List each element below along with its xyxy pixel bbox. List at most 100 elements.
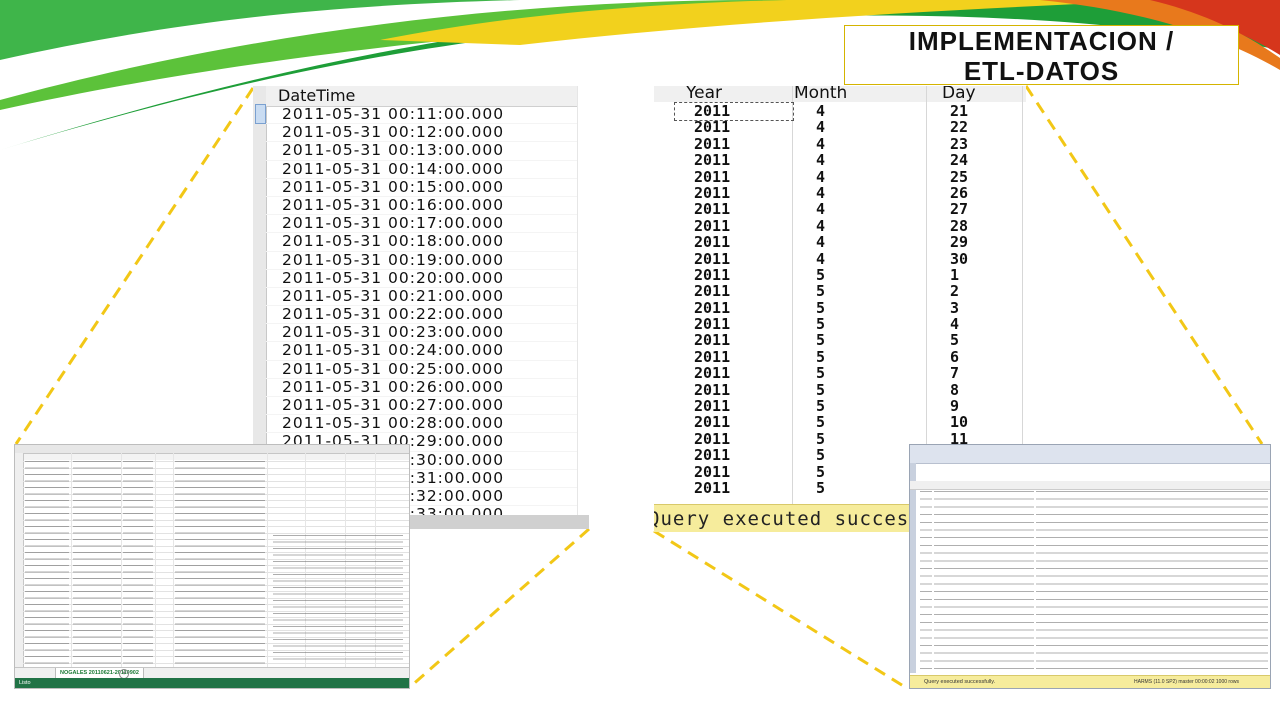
month-cell[interactable]: 5 [816,348,825,365]
datetime-row[interactable]: 2011-05-31 00:22:00.000 [266,305,584,325]
datetime-row[interactable]: 2011-05-31 00:21:00.000 [266,287,584,307]
datetime-row[interactable]: 2011-05-31 00:26:00.000 [266,378,584,397]
datetime-row[interactable]: 2011-05-31 00:23:00.000 [266,324,584,343]
datetime-row[interactable]: 2011-05-31 00:20:00.000 [266,269,584,288]
ymd-row[interactable]: 2011 5 3 [654,299,1026,316]
year-cell[interactable]: 2011 [694,185,730,202]
year-cell[interactable]: 2011 [694,316,730,333]
year-cell[interactable]: 2011 [694,266,730,283]
year-cell[interactable]: 2011 [694,365,730,382]
ymd-row[interactable]: 2011 4 25 [654,168,1026,185]
month-cell[interactable]: 4 [816,234,825,251]
year-cell[interactable]: 2011 [694,299,730,316]
year-cell[interactable]: 2011 [694,168,730,185]
month-cell[interactable]: 4 [816,119,825,136]
day-cell[interactable]: 29 [950,234,968,251]
datetime-row[interactable]: 2011-05-31 00:19:00.000 [266,251,584,270]
year-cell[interactable]: 2011 [694,217,730,234]
month-cell[interactable]: 4 [816,152,825,169]
datetime-row[interactable]: 2011-05-31 00:18:00.000 [266,233,584,252]
month-cell[interactable]: 5 [816,283,825,300]
day-cell[interactable]: 24 [950,152,968,169]
day-cell[interactable]: 2 [950,283,959,300]
month-cell[interactable]: 5 [816,463,825,480]
month-cell[interactable]: 4 [816,201,825,218]
ymd-row[interactable]: 2011 4 30 [654,250,1026,267]
month-column-header[interactable]: Month [794,86,847,103]
month-cell[interactable]: 4 [816,217,825,234]
day-cell[interactable]: 23 [950,135,968,152]
datetime-row[interactable]: 2011-05-31 00:12:00.000 [266,123,584,143]
month-cell[interactable]: 5 [816,332,825,349]
month-cell[interactable]: 5 [816,414,825,431]
day-cell[interactable]: 6 [950,348,959,365]
ymd-row[interactable]: 2011 4 26 [654,185,1026,202]
year-cell[interactable]: 2011 [694,283,730,300]
datetime-row[interactable]: 2011-05-31 00:11:00.000 [266,105,584,125]
datetime-row[interactable]: 2011-05-31 00:17:00.000 [266,214,584,234]
datetime-row[interactable]: 2011-05-31 00:13:00.000 [266,142,584,161]
day-cell[interactable]: 9 [950,398,959,415]
month-cell[interactable]: 4 [816,185,825,202]
year-cell[interactable]: 2011 [694,152,730,169]
ymd-row[interactable]: 2011 5 6 [654,348,1026,365]
year-cell[interactable]: 2011 [694,348,730,365]
day-cell[interactable]: 7 [950,365,959,382]
day-cell[interactable]: 8 [950,381,959,398]
ymd-row[interactable]: 2011 5 1 [654,266,1026,283]
day-cell[interactable]: 26 [950,185,968,202]
ymd-row[interactable]: 2011 4 22 [654,119,1026,136]
ymd-row[interactable]: 2011 5 9 [654,398,1026,415]
datetime-row[interactable]: 2011-05-31 00:28:00.000 [266,414,584,434]
datetime-row[interactable]: 2011-05-31 00:15:00.000 [266,178,584,197]
day-cell[interactable]: 30 [950,250,968,267]
month-cell[interactable]: 5 [816,381,825,398]
datetime-row[interactable]: 2011-05-31 00:14:00.000 [266,160,584,179]
month-cell[interactable]: 5 [816,430,825,447]
day-cell[interactable]: 3 [950,299,959,316]
ymd-row[interactable]: 2011 5 2 [654,283,1026,300]
year-cell[interactable]: 2011 [694,135,730,152]
ymd-row[interactable]: 2011 5 4 [654,316,1026,333]
day-cell[interactable]: 10 [950,414,968,431]
datetime-column-header[interactable]: DateTime C [266,86,589,107]
year-cell[interactable]: 2011 [694,332,730,349]
month-cell[interactable]: 5 [816,480,825,497]
datetime-row[interactable]: 2011-05-31 00:27:00.000 [266,396,584,416]
datetime-row[interactable]: 2011-05-31 00:25:00.000 [266,360,584,379]
month-cell[interactable]: 5 [816,316,825,333]
excel-sheet-tab[interactable]: NOGALES 20110621-20110902 [55,668,144,678]
ymd-row[interactable]: 2011 4 24 [654,152,1026,169]
ymd-row[interactable]: 2011 4 29 [654,234,1026,251]
day-cell[interactable]: 1 [950,266,959,283]
year-cell[interactable]: 2011 [694,430,730,447]
year-cell[interactable]: 2011 [694,381,730,398]
day-column-header[interactable]: Day [942,86,976,103]
day-cell[interactable]: 28 [950,217,968,234]
day-cell[interactable]: 5 [950,332,959,349]
year-cell[interactable]: 2011 [694,201,730,218]
month-cell[interactable]: 5 [816,447,825,464]
year-cell[interactable]: 2011 [694,119,730,136]
datetime-row[interactable]: 2011-05-31 00:24:00.000 [266,342,584,361]
day-cell[interactable]: 27 [950,201,968,218]
year-cell[interactable]: 2011 [694,447,730,464]
year-cell[interactable]: 2011 [694,398,730,415]
ymd-row[interactable]: 2011 4 27 [654,201,1026,218]
ymd-row[interactable]: 2011 4 23 [654,135,1026,152]
day-cell[interactable]: 4 [950,316,959,333]
year-cell[interactable]: 2011 [694,234,730,251]
month-cell[interactable]: 5 [816,299,825,316]
day-cell[interactable]: 21 [950,103,968,120]
year-cell[interactable]: 2011 [694,250,730,267]
ymd-row[interactable]: 2011 5 10 [654,414,1026,431]
year-cell[interactable]: 2011 [694,414,730,431]
month-cell[interactable]: 4 [816,168,825,185]
day-cell[interactable]: 22 [950,119,968,136]
datetime-row[interactable]: 2011-05-31 00:16:00.000 [266,196,584,216]
month-cell[interactable]: 5 [816,398,825,415]
ymd-row[interactable]: 2011 5 7 [654,365,1026,382]
month-cell[interactable]: 5 [816,365,825,382]
month-cell[interactable]: 5 [816,266,825,283]
year-column-header[interactable]: Year [686,86,722,103]
